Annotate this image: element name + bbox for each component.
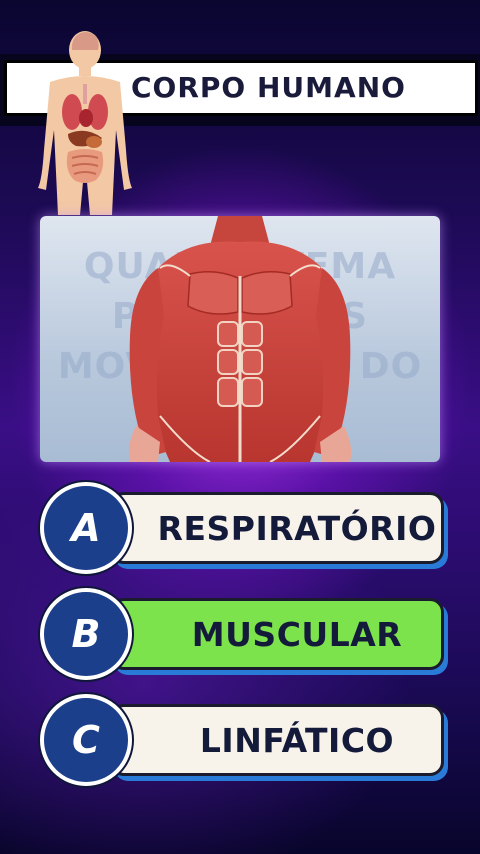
answer-c-bar[interactable]: LINFÁTICO	[110, 704, 444, 776]
answer-option-c[interactable]: LINFÁTICO C	[40, 694, 448, 786]
answer-c-label: LINFÁTICO	[199, 720, 395, 760]
answer-c-letter: C	[72, 718, 100, 762]
answer-a-letter: A	[71, 506, 101, 550]
page-title: CORPO HUMANO	[131, 71, 406, 104]
answer-a-bar[interactable]: RESPIRATÓRIO	[110, 492, 444, 564]
answer-option-a[interactable]: RESPIRATÓRIO A	[40, 482, 448, 574]
answer-b-bar[interactable]: MUSCULAR	[110, 598, 444, 670]
answer-b-letter: B	[71, 612, 101, 656]
answer-a-badge[interactable]: A	[40, 482, 132, 574]
answer-c-badge[interactable]: C	[40, 694, 132, 786]
answer-b-badge[interactable]: B	[40, 588, 132, 680]
human-anatomy-organs-icon	[38, 31, 132, 215]
question-image: QUAL SISTEMA PERMITE OS MOVIMENTOS DO	[40, 216, 440, 462]
muscular-system-torso-image	[128, 216, 352, 462]
answer-b-label: MUSCULAR	[191, 614, 403, 654]
answer-option-b[interactable]: MUSCULAR B	[40, 588, 448, 680]
answer-a-label: RESPIRATÓRIO	[157, 508, 437, 548]
